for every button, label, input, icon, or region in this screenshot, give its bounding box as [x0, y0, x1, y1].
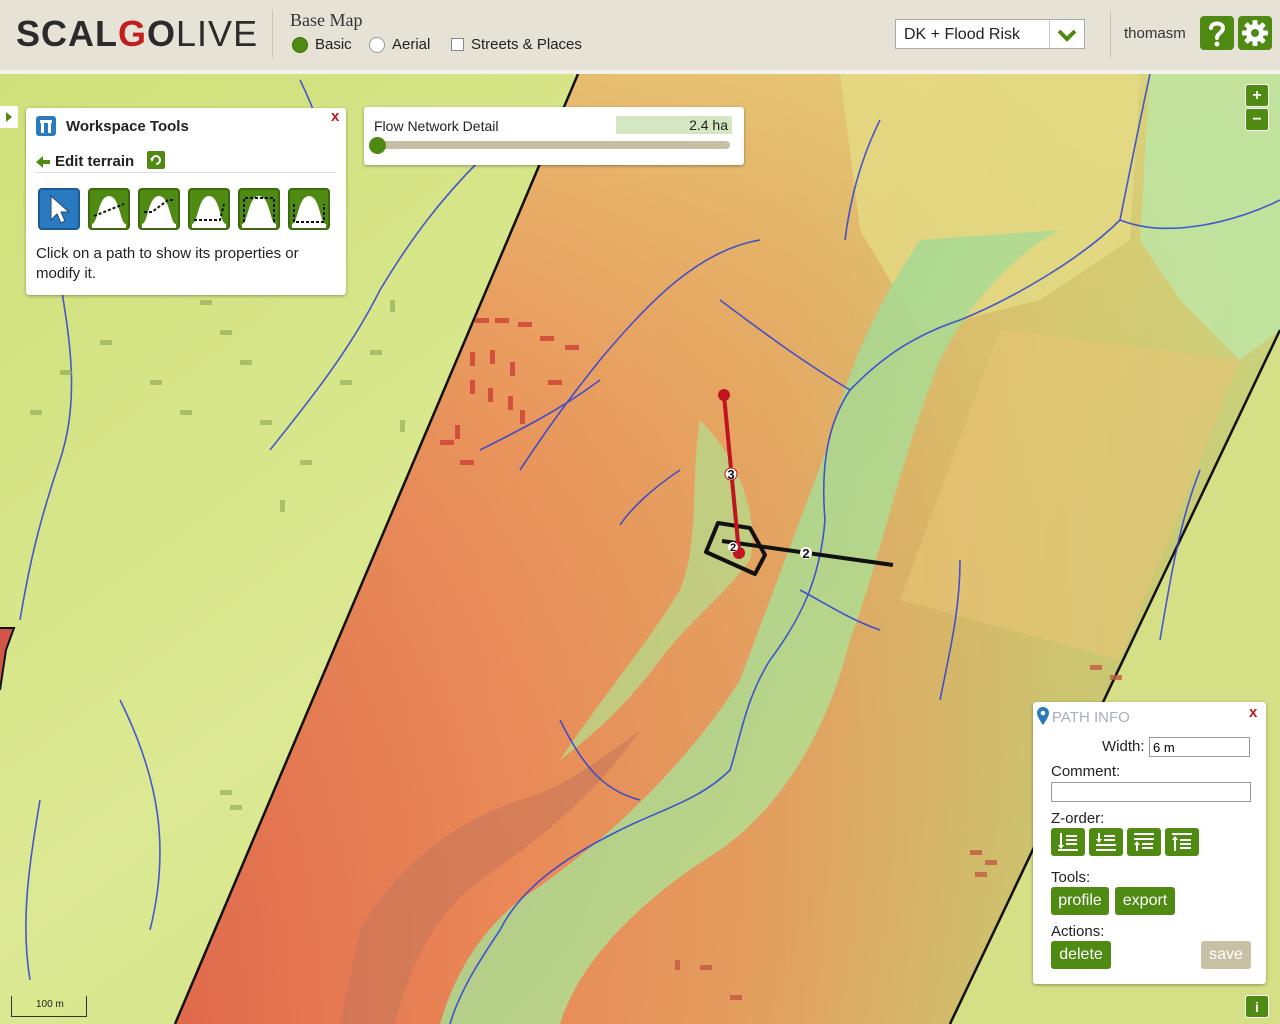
comment-input[interactable] [1051, 782, 1251, 802]
streets-places-label: Streets & Places [471, 36, 582, 53]
bring-to-top-button[interactable] [1165, 828, 1199, 856]
select-pointer-tool[interactable] [38, 188, 80, 230]
map-pin-icon [1037, 707, 1049, 725]
path-start-handle[interactable] [718, 389, 730, 401]
flow-network-panel: Flow Network Detail 2.4 ha [364, 107, 744, 165]
workspace-help-text: Click on a path to show its properties o… [36, 245, 299, 282]
path-marker-3[interactable]: 3 [727, 467, 734, 482]
path-marker-polygon[interactable]: 2 [730, 542, 736, 554]
scale-bar: 100 m [11, 996, 87, 1017]
valley-line-tool[interactable] [188, 188, 230, 230]
basemap-option-label: Basic [315, 36, 352, 53]
basin-line-icon [292, 196, 326, 228]
ramp-line-tool[interactable] [138, 188, 180, 230]
info-button[interactable]: i [1245, 995, 1269, 1018]
refresh-document-icon[interactable] [146, 150, 166, 170]
ramp-line-icon [142, 196, 176, 228]
base-map-title: Base Map [290, 10, 363, 30]
actions-label: Actions: [1051, 923, 1105, 940]
path-info-title: PATH INFO [1052, 709, 1130, 726]
send-to-bottom-icon [1058, 833, 1078, 851]
basemap-option-aerial[interactable]: Aerial [369, 36, 430, 53]
basemap-option-basic[interactable]: Basic [292, 36, 352, 53]
layer-select-value: DK + Flood Risk [904, 26, 1021, 43]
flow-network-slider-thumb[interactable] [369, 137, 386, 154]
settings-button[interactable] [1238, 16, 1272, 50]
radio-aerial[interactable] [369, 36, 385, 53]
tools-label: Tools: [1051, 869, 1091, 886]
radio-basic[interactable] [292, 36, 308, 53]
chevron-right-icon [6, 112, 12, 122]
gear-icon [1242, 20, 1268, 46]
select-pointer-icon [50, 194, 71, 224]
streets-places-checkbox[interactable] [451, 38, 464, 51]
bring-forward-button[interactable] [1127, 828, 1161, 856]
sidebar-toggle[interactable] [0, 106, 18, 128]
width-input[interactable] [1149, 737, 1250, 757]
bring-forward-icon [1134, 833, 1154, 851]
scale-bar-label: 100 m [36, 999, 64, 1010]
save-button[interactable]: save [1201, 941, 1251, 969]
arrow-left-icon[interactable] [36, 156, 50, 168]
path-info-close-button[interactable]: x [1249, 704, 1257, 721]
workspace-tools-title: Workspace Tools [66, 118, 189, 135]
zorder-label: Z-order: [1051, 810, 1105, 827]
send-backward-button[interactable] [1089, 828, 1123, 856]
zoom-out-button[interactable]: − [1245, 108, 1269, 131]
profile-line-icon [92, 196, 126, 228]
flow-network-slider-track[interactable] [374, 141, 730, 149]
layer-select[interactable]: DK + Flood Risk [895, 19, 1085, 49]
basin-line-tool[interactable] [288, 188, 330, 230]
help-button[interactable] [1200, 16, 1234, 50]
send-to-bottom-button[interactable] [1051, 828, 1085, 856]
edit-terrain-label: Edit terrain [55, 153, 135, 170]
workspace-close-button[interactable]: x [331, 108, 339, 125]
question-icon [1209, 21, 1226, 47]
profile-line-tool[interactable] [88, 188, 130, 230]
flow-network-label: Flow Network Detail [374, 118, 499, 134]
divider [272, 10, 273, 58]
flow-network-value: 2.4 ha [616, 116, 732, 134]
delete-button[interactable]: delete [1051, 941, 1111, 969]
path-info-panel: PATH INFO x Width: Comment: Z-order: Too… [1033, 702, 1266, 984]
comment-label: Comment: [1051, 763, 1121, 780]
workspace-tools-panel: Workspace Tools x Edit terrain Click on … [26, 108, 346, 295]
chevron-down-icon[interactable] [1049, 20, 1084, 48]
valley-line-icon [192, 196, 226, 228]
box-line-tool[interactable] [238, 188, 280, 230]
username[interactable]: thomasm [1124, 25, 1186, 42]
export-button[interactable]: export [1115, 887, 1175, 915]
send-backward-icon [1096, 833, 1116, 851]
width-label: Width: [1102, 738, 1145, 755]
scalgo-live-logo[interactable]: SCALGOLIVE [16, 14, 258, 54]
edit-terrain-breadcrumb[interactable]: Edit terrain [36, 150, 336, 173]
divider [1110, 10, 1111, 58]
path-marker-2[interactable]: 2 [802, 546, 809, 561]
streets-places-toggle[interactable]: Streets & Places [451, 36, 582, 53]
top-bar: SCALGOLIVE Base Map Basic Aerial Streets… [0, 0, 1280, 74]
zoom-in-button[interactable]: + [1245, 84, 1269, 107]
basemap-option-label: Aerial [392, 36, 431, 53]
bring-to-top-icon [1172, 833, 1192, 851]
profile-button[interactable]: profile [1051, 887, 1109, 915]
box-line-icon [242, 196, 276, 228]
workspace-tools-icon [36, 116, 56, 136]
